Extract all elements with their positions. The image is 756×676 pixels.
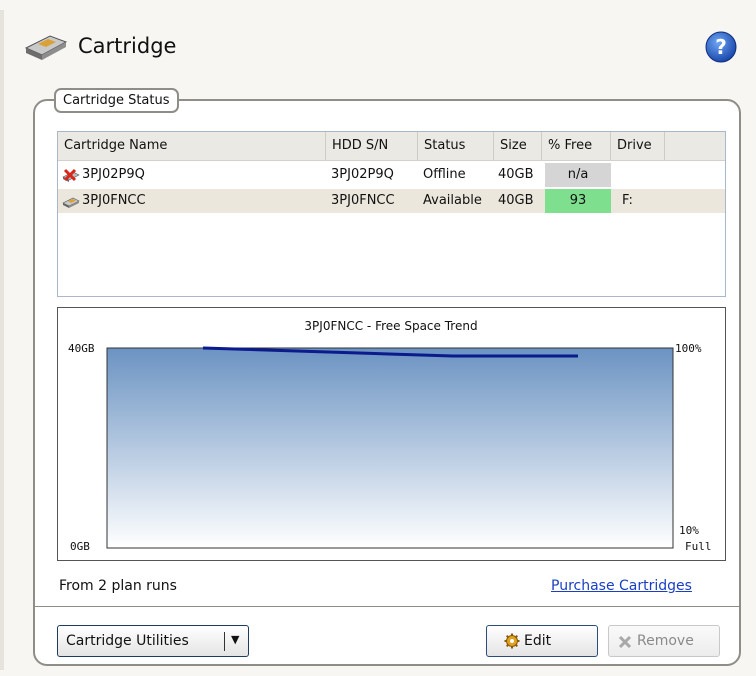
help-icon[interactable]: ? (705, 31, 737, 63)
page-title: Cartridge (78, 34, 177, 58)
cell-size: 40GB (498, 193, 534, 208)
cell-status: Available (423, 193, 482, 208)
cell-free: n/a (545, 163, 611, 187)
right-axis-top-label: 100% (675, 342, 702, 355)
column-header-free[interactable]: % Free (542, 132, 611, 160)
dropdown-arrow-icon[interactable]: ▼ (231, 633, 239, 646)
header: Cartridge ? (0, 0, 756, 90)
cartridge-offline-icon (62, 168, 80, 182)
right-axis-bottom-label-1: 10% (679, 524, 699, 537)
column-header-status[interactable]: Status (418, 132, 494, 160)
cartridge-utilities-label: Cartridge Utilities (66, 633, 189, 649)
plan-runs-text: From 2 plan runs (59, 578, 177, 594)
cell-drive: F: (622, 193, 633, 208)
divider (35, 606, 739, 607)
cartridge-icon (62, 197, 80, 208)
remove-label: Remove (637, 633, 694, 649)
cartridge-table: Cartridge Name HDD S/N Status Size % Fre… (57, 131, 726, 297)
left-axis-top-label: 40GB (68, 342, 95, 355)
cell-serial: 3PJ02P9Q (331, 167, 394, 182)
table-row[interactable]: 3PJ0FNCC 3PJ0FNCC Available 40GB 93 F: (58, 189, 725, 213)
purchase-cartridges-link[interactable]: Purchase Cartridges (551, 578, 692, 594)
right-axis-bottom-label-2: Full (685, 540, 712, 553)
column-header-serial[interactable]: HDD S/N (326, 132, 418, 160)
cell-status: Offline (423, 167, 466, 182)
cell-name: 3PJ0FNCC (82, 193, 146, 208)
cartridge-utilities-button[interactable]: Cartridge Utilities ▼ (57, 625, 249, 657)
column-header-name[interactable]: Cartridge Name (58, 132, 326, 160)
remove-icon (618, 635, 632, 649)
edit-label: Edit (524, 633, 552, 649)
column-header-size[interactable]: Size (494, 132, 542, 160)
cartridge-status-label: Cartridge Status (54, 88, 179, 113)
cell-free: 93 (545, 189, 611, 213)
cartridge-icon (24, 35, 68, 60)
chart-plot-area (106, 347, 674, 549)
table-row[interactable]: 3PJ02P9Q 3PJ02P9Q Offline 40GB n/a (58, 163, 725, 187)
column-header-drive[interactable]: Drive (611, 132, 665, 160)
gear-icon (504, 633, 520, 649)
svg-text:?: ? (715, 35, 727, 59)
table-header: Cartridge Name HDD S/N Status Size % Fre… (58, 132, 725, 161)
free-space-chart-svg: 3PJ0FNCC - Free Space Trend 40GB 0GB 100… (68, 319, 712, 553)
left-axis-bottom-label: 0GB (70, 540, 90, 553)
cell-serial: 3PJ0FNCC (331, 193, 395, 208)
free-space-chart: 3PJ0FNCC - Free Space Trend 40GB 0GB 100… (57, 307, 726, 561)
window-edge (0, 10, 4, 670)
edit-button[interactable]: Edit (486, 625, 598, 657)
chart-title: 3PJ0FNCC - Free Space Trend (304, 319, 477, 333)
remove-button: Remove (608, 625, 720, 657)
cell-name: 3PJ02P9Q (82, 167, 145, 182)
button-separator (224, 632, 225, 651)
cell-size: 40GB (498, 167, 534, 182)
